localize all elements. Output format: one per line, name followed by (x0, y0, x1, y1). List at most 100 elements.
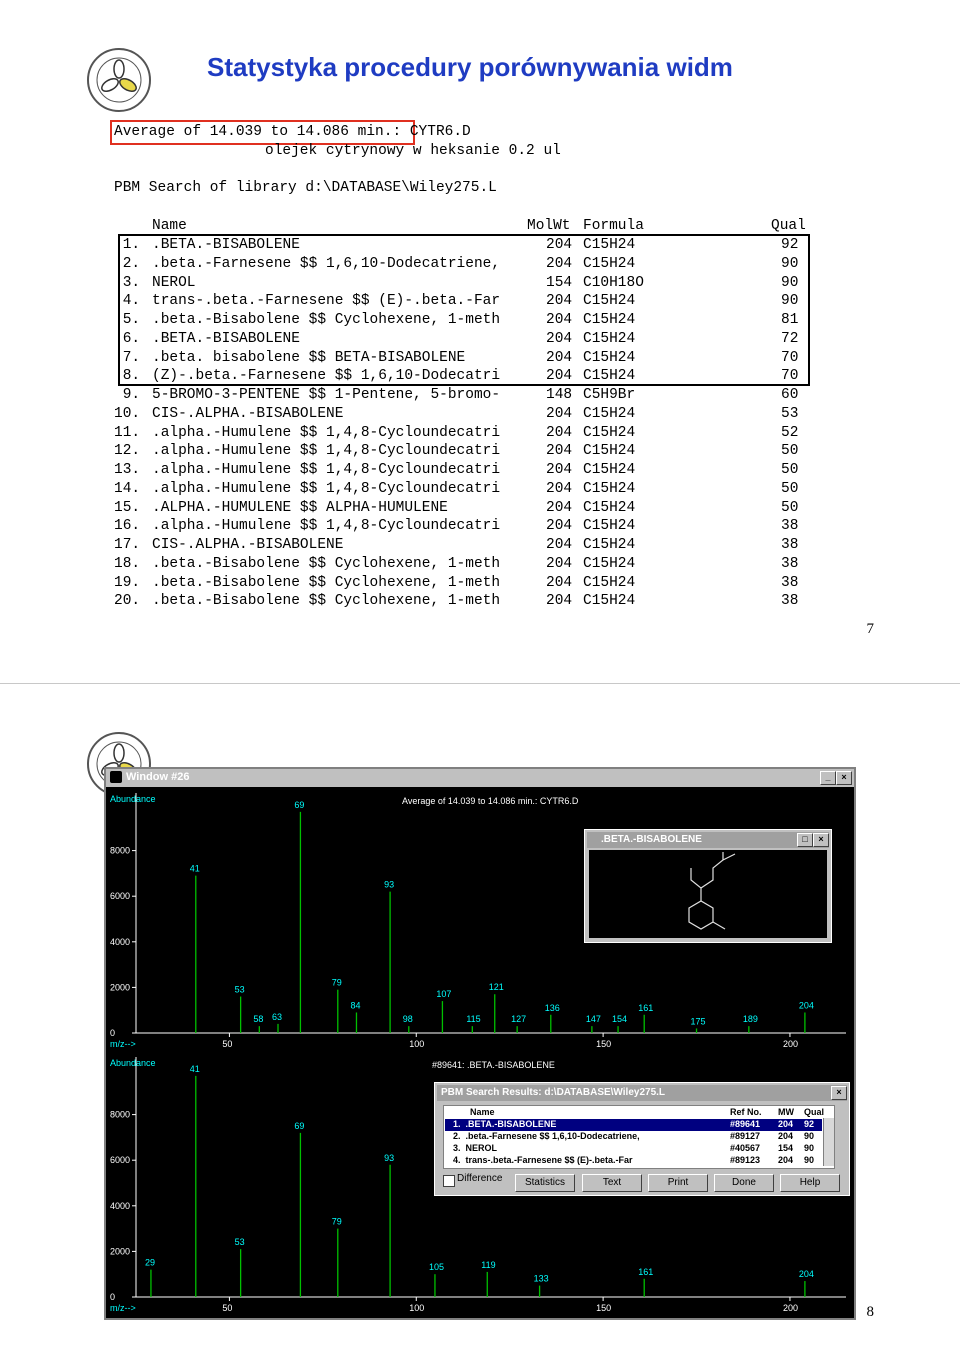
hit-formula: C15H24 (583, 349, 636, 366)
result-ref: #40567 (730, 1143, 761, 1153)
hit-molwt: 204 (546, 349, 573, 366)
bottom-peak-label: 29 (145, 1258, 155, 1268)
print-button[interactable]: Print (648, 1174, 708, 1192)
result-mw: 204 (778, 1119, 794, 1129)
top-ytick-label: 8000 (110, 846, 130, 856)
hit-formula: C15H24 (583, 255, 636, 272)
bottom-peak-label: 41 (190, 1064, 200, 1074)
hit-molwt: 204 (546, 405, 573, 422)
hit-qual: 38 (781, 537, 799, 553)
results-scrollbar[interactable] (823, 1118, 834, 1166)
hit-formula: C15H24 (583, 330, 636, 347)
hit-name: 5-BROMO-3-PENTENE $$ 1-Pentene, 5-bromo- (152, 387, 501, 403)
window-titlebar[interactable]: Window #26 _ × (106, 769, 854, 787)
help-button[interactable]: Help (780, 1174, 840, 1192)
result-row[interactable]: 4. trans-.beta.-Farnesene $$ (E)-.beta.-… (445, 1155, 822, 1167)
result-name: 4. trans-.beta.-Farnesene $$ (E)-.beta.-… (453, 1155, 633, 1165)
top-peak-label: 41 (190, 864, 200, 874)
result-mw: 154 (778, 1143, 794, 1153)
hit-number: 13. (114, 462, 141, 478)
hit-qual: 90 (781, 274, 799, 291)
hit-name: .beta.-Bisabolene $$ Cyclohexene, 1-meth (152, 574, 501, 591)
difference-checkbox[interactable] (443, 1175, 455, 1187)
result-mw: 204 (778, 1155, 794, 1165)
top-xtick-label: 150 (596, 1039, 611, 1049)
hit-name: .ALPHA.-HUMULENE $$ ALPHA-HUMULENE (152, 499, 448, 516)
maximize-button[interactable]: □ (797, 833, 813, 847)
top-peak-label: 161 (638, 1003, 653, 1013)
hit-formula: C10H18O (583, 274, 644, 291)
hit-row: 18. .beta.-Bisabolene $$ Cyclohexene, 1-m… (0, 556, 960, 575)
sample-description: olejek cytrynowy w heksanie 0.2 ul (265, 143, 561, 159)
done-button[interactable]: Done (714, 1174, 774, 1192)
col-name: Name (470, 1107, 495, 1117)
top-peak-label: 136 (545, 1003, 560, 1013)
structure-titlebar[interactable]: .BETA.-BISABOLENE □ × (587, 832, 829, 848)
hit-number: 18. (114, 555, 141, 572)
result-row[interactable]: 2. .beta.-Farnesene $$ 1,6,10-Dodecatrie… (445, 1131, 822, 1143)
hit-molwt: 204 (546, 518, 573, 535)
structure-title: .BETA.-BISABOLENE (601, 834, 702, 845)
close-button[interactable]: × (813, 833, 829, 847)
institute-seal-icon (87, 48, 151, 112)
result-row[interactable]: 1. .BETA.-BISABOLENE #89641 204 92 (445, 1119, 822, 1131)
hit-name: .alpha.-Humulene $$ 1,4,8-Cycloundecatri (152, 518, 501, 535)
bottom-peak-label: 161 (638, 1267, 653, 1277)
close-button[interactable]: × (836, 771, 852, 785)
hit-molwt: 204 (546, 574, 573, 591)
structure-window: .BETA.-BISABOLENE □ × (584, 829, 832, 943)
hit-number: 19. (114, 574, 141, 591)
top-ylabel: Abundance (110, 794, 156, 804)
hit-number: 5. (114, 312, 141, 328)
statistics-button[interactable]: Statistics (515, 1174, 575, 1192)
hit-formula: C15H24 (583, 368, 636, 385)
dialog-titlebar[interactable]: PBM Search Results: d:\DATABASE\Wiley275… (437, 1085, 847, 1101)
hit-formula: C15H24 (583, 237, 636, 253)
hit-qual: 72 (781, 330, 799, 347)
hit-formula: C15H24 (583, 593, 636, 610)
hit-qual: 50 (781, 462, 799, 478)
minimize-button[interactable]: _ (820, 771, 836, 785)
hit-number: 6. (114, 330, 141, 347)
text-button[interactable]: Text (582, 1174, 642, 1192)
hit-qual: 38 (781, 518, 799, 535)
hit-formula: C15H24 (583, 424, 636, 441)
hit-row: 13. .alpha.-Humulene $$ 1,4,8-Cycloundeca… (0, 462, 960, 481)
hit-name: .BETA.-BISABOLENE (152, 237, 300, 253)
result-mw: 204 (778, 1131, 794, 1141)
hit-molwt: 148 (546, 387, 573, 403)
result-qual: 90 (804, 1155, 815, 1165)
results-list[interactable]: Name Ref No. MW Qual 1. .BETA.-BISABOLEN… (443, 1105, 835, 1169)
hit-row: 9. 5-BROMO-3-PENTENE $$ 1-Pentene, 5-brom… (0, 387, 960, 406)
hit-number: 4. (114, 293, 141, 310)
bottom-peak-label: 53 (235, 1237, 245, 1247)
hit-number: 20. (114, 593, 141, 610)
hit-qual: 38 (781, 555, 799, 572)
bottom-xlabel: m/z--> (110, 1303, 136, 1313)
col-header-molwt: MolWt (527, 218, 571, 234)
col-ref: Ref No. (730, 1107, 762, 1117)
hit-row: 12. .alpha.-Humulene $$ 1,4,8-Cycloundeca… (0, 443, 960, 462)
hit-number: 7. (114, 349, 141, 366)
hit-formula: C15H24 (583, 555, 636, 572)
hit-qual: 60 (781, 387, 799, 403)
top-xtick-label: 100 (409, 1039, 424, 1049)
hit-qual: 50 (781, 499, 799, 516)
col-header-formula: Formula (583, 218, 644, 234)
hit-formula: C5H9Br (583, 387, 636, 403)
result-name: 3. NEROL (453, 1143, 498, 1153)
hit-molwt: 204 (546, 312, 573, 328)
hit-molwt: 204 (546, 330, 573, 347)
bottom-header: #89641: .BETA.-BISABOLENE (432, 1060, 555, 1070)
hit-molwt: 204 (546, 255, 573, 272)
hit-name: .alpha.-Humulene $$ 1,4,8-Cycloundecatri (152, 462, 501, 478)
hit-molwt: 204 (546, 537, 573, 553)
top-ytick-label: 0 (110, 1028, 115, 1038)
hit-name: .alpha.-Humulene $$ 1,4,8-Cycloundecatri (152, 480, 501, 497)
close-button[interactable]: × (831, 1086, 847, 1100)
result-row[interactable]: 3. NEROL #40567 154 90 (445, 1143, 822, 1155)
bottom-peak-label: 133 (534, 1274, 549, 1284)
bottom-ytick-label: 0 (110, 1292, 115, 1302)
top-peak-label: 79 (332, 978, 342, 988)
bottom-xtick-label: 100 (409, 1303, 424, 1313)
